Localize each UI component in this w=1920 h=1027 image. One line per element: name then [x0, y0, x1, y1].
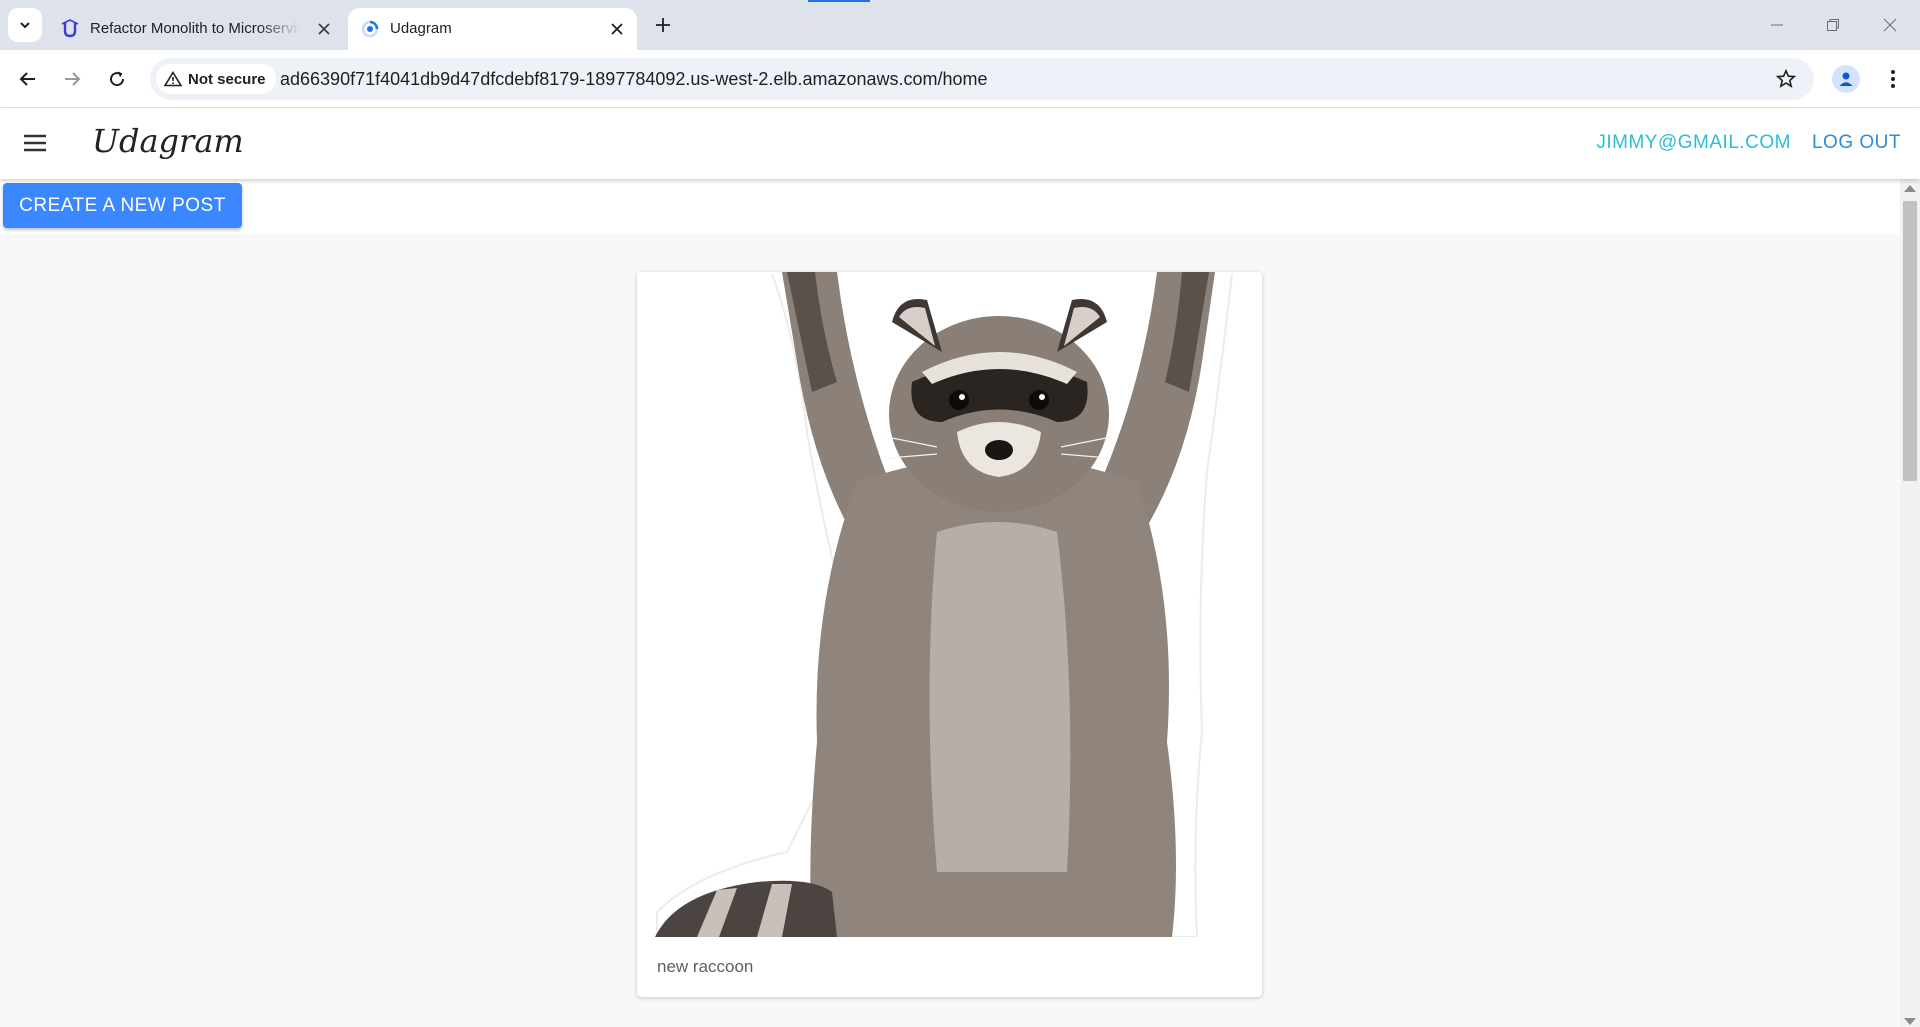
- page-scrollbar[interactable]: [1900, 179, 1920, 1027]
- close-icon[interactable]: [607, 19, 627, 39]
- action-bar: CREATE A NEW POST: [0, 179, 1900, 234]
- menu-button[interactable]: [18, 128, 52, 158]
- post-caption: new raccoon: [657, 957, 754, 976]
- reload-button[interactable]: [101, 63, 133, 95]
- bookmark-star-icon[interactable]: [1774, 67, 1798, 91]
- udacity-icon: [60, 19, 80, 39]
- security-chip[interactable]: Not secure: [156, 64, 276, 94]
- restore-button[interactable]: [1818, 10, 1848, 40]
- tab-title: Refactor Monolith to Microservices: [90, 20, 300, 37]
- post-card: new raccoon: [637, 272, 1262, 997]
- arrow-left-icon: [19, 72, 35, 86]
- new-tab-button[interactable]: [648, 10, 678, 40]
- browser-tab-strip: Refactor Monolith to Microservices Udagr…: [0, 0, 1920, 50]
- close-icon: [1883, 18, 1897, 32]
- tab-search-button[interactable]: [8, 8, 42, 42]
- main-content: CREATE A NEW POST new raccoon: [0, 179, 1900, 1027]
- scroll-thumb[interactable]: [1903, 201, 1917, 481]
- app-header: Udagram JIMMY@GMAIL.COM LOG OUT: [0, 108, 1920, 179]
- create-post-button[interactable]: CREATE A NEW POST: [3, 183, 242, 228]
- arrow-right-icon: [65, 72, 81, 86]
- scroll-up-arrow-icon[interactable]: [1904, 185, 1916, 192]
- security-label: Not secure: [188, 70, 266, 88]
- user-email-link[interactable]: JIMMY@GMAIL.COM: [1596, 132, 1791, 154]
- tab-title: Udagram: [390, 20, 452, 37]
- warning-icon: [164, 71, 182, 87]
- brand-logo[interactable]: Udagram: [92, 122, 244, 160]
- plus-icon: [656, 18, 670, 32]
- tab-udagram[interactable]: Udagram: [348, 8, 637, 50]
- tab-refactor-monolith[interactable]: Refactor Monolith to Microservices: [48, 8, 344, 50]
- loading-indicator: [808, 0, 870, 2]
- minimize-icon: [1771, 24, 1783, 26]
- person-icon: [1839, 72, 1853, 86]
- logout-button[interactable]: LOG OUT: [1812, 132, 1901, 154]
- more-vertical-icon: [1891, 70, 1895, 88]
- forward-button[interactable]: [56, 63, 88, 95]
- hamburger-menu-icon: [24, 134, 46, 152]
- post-image: [637, 272, 1262, 937]
- reload-icon: [110, 71, 125, 87]
- url-text[interactable]: ad66390f71f4041db9d47dfcdebf8179-1897784…: [280, 69, 988, 90]
- profile-avatar[interactable]: [1832, 65, 1860, 93]
- close-icon[interactable]: [314, 19, 334, 39]
- address-bar[interactable]: Not secure ad66390f71f4041db9d47dfcdebf8…: [150, 58, 1814, 100]
- chevron-down-icon: [20, 22, 30, 29]
- loading-icon: [360, 19, 380, 39]
- minimize-button[interactable]: [1762, 10, 1792, 40]
- browser-toolbar: Not secure ad66390f71f4041db9d47dfcdebf8…: [0, 50, 1920, 108]
- restore-icon: [1827, 19, 1839, 31]
- back-button[interactable]: [12, 63, 44, 95]
- close-window-button[interactable]: [1875, 10, 1905, 40]
- scroll-down-arrow-icon[interactable]: [1904, 1018, 1916, 1025]
- browser-menu-button[interactable]: [1878, 64, 1908, 94]
